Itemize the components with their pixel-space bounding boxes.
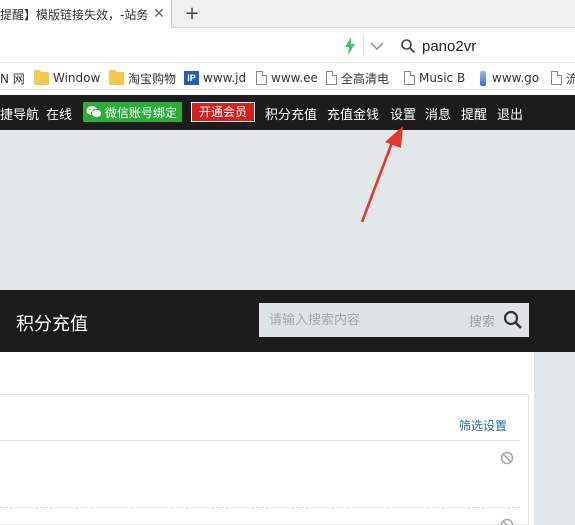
page-icon — [256, 71, 267, 85]
banner-area — [0, 130, 575, 290]
annotation-arrow-icon — [360, 126, 403, 223]
wechat-bind-label: 微信账号绑定 — [105, 105, 178, 120]
ban-icon[interactable] — [500, 451, 514, 465]
page-icon — [551, 71, 562, 85]
page-icon — [404, 71, 415, 85]
browser-search-box[interactable]: pano2vr — [392, 34, 575, 58]
divider — [0, 507, 520, 508]
bookmark-label: Window — [53, 71, 101, 85]
address-divider — [363, 36, 364, 56]
open-vip-button[interactable]: 开通会员 — [191, 102, 255, 122]
nav-item-shortcut[interactable]: 捷导航 — [0, 104, 39, 123]
ip-icon: IP — [184, 71, 199, 85]
right-sidebar — [534, 352, 575, 525]
bookmark-label: www.ee — [271, 71, 318, 85]
bottle-icon — [480, 70, 486, 86]
wechat-icon — [86, 106, 102, 118]
browser-tab[interactable]: 提醒】模版链接失效，-站务 ✕ — [0, 0, 172, 28]
nav-item-reminders[interactable]: 提醒 — [461, 104, 487, 123]
bookmark-label: N 网 — [0, 71, 25, 86]
browser-search-query: pano2vr — [422, 37, 477, 55]
lightning-icon[interactable] — [344, 37, 356, 55]
bookmark-item[interactable]: Music B — [404, 69, 465, 87]
browser-tab-title: 提醒】模版链接失效，-站务 — [0, 7, 149, 22]
new-tab-button[interactable]: + — [181, 3, 203, 25]
folder-icon — [34, 69, 49, 85]
divider — [0, 440, 520, 441]
bookmark-item[interactable]: 淘宝购物 — [109, 69, 176, 87]
bookmarks-bar: N 网 Window 淘宝购物 IP www.jd www.ee 全高清电 Mu… — [0, 64, 575, 90]
bookmark-label: 流 — [566, 71, 575, 86]
browser-tab-strip: 提醒】模版链接失效，-站务 ✕ + — [0, 0, 575, 28]
page-icon — [326, 71, 337, 85]
bookmark-item[interactable]: www.ee — [256, 69, 318, 87]
section-header: 积分充值 搜索 — [0, 290, 575, 352]
search-icon[interactable] — [503, 310, 523, 330]
chevron-down-icon[interactable] — [369, 39, 385, 53]
filter-settings-link[interactable]: 筛选设置 — [459, 417, 507, 434]
search-icon — [401, 39, 416, 54]
bookmark-item[interactable]: N 网 — [0, 69, 25, 87]
address-bar: pano2vr — [0, 29, 575, 63]
content-card: 筛选设置 — [0, 394, 529, 525]
close-icon[interactable]: ✕ — [151, 6, 167, 22]
nav-item-points-recharge[interactable]: 积分充值 — [265, 104, 317, 123]
bookmark-item[interactable]: 全高清电 — [326, 69, 389, 87]
site-search-button[interactable]: 搜索 — [469, 311, 495, 330]
bookmark-item[interactable]: 流 — [551, 69, 575, 87]
folder-icon — [109, 69, 124, 85]
site-top-nav: 捷导航 在线 微信账号绑定 开通会员 积分充值 充值金钱 设置 消息 提醒 退出 — [0, 95, 575, 130]
wechat-bind-button[interactable]: 微信账号绑定 — [83, 102, 182, 122]
site-search-input[interactable] — [259, 303, 469, 337]
page-title: 积分充值 — [16, 314, 88, 335]
nav-item-online[interactable]: 在线 — [46, 104, 72, 123]
main-panel: 筛选设置 — [0, 352, 534, 525]
bookmark-label: www.go — [492, 71, 540, 85]
ban-icon[interactable] — [500, 518, 514, 525]
nav-item-messages[interactable]: 消息 — [425, 104, 451, 123]
bookmark-label: 淘宝购物 — [128, 71, 177, 86]
bookmark-label: Music B — [419, 71, 466, 85]
bookmark-item[interactable]: www.go — [477, 69, 539, 87]
nav-item-logout[interactable]: 退出 — [497, 104, 523, 123]
bookmark-label: www.jd — [203, 71, 247, 85]
bookmark-item[interactable]: IP www.jd — [184, 69, 246, 87]
site-search: 搜索 — [259, 303, 529, 337]
bookmark-label: 全高清电 — [341, 71, 390, 86]
bookmark-item[interactable]: Window — [34, 69, 100, 87]
